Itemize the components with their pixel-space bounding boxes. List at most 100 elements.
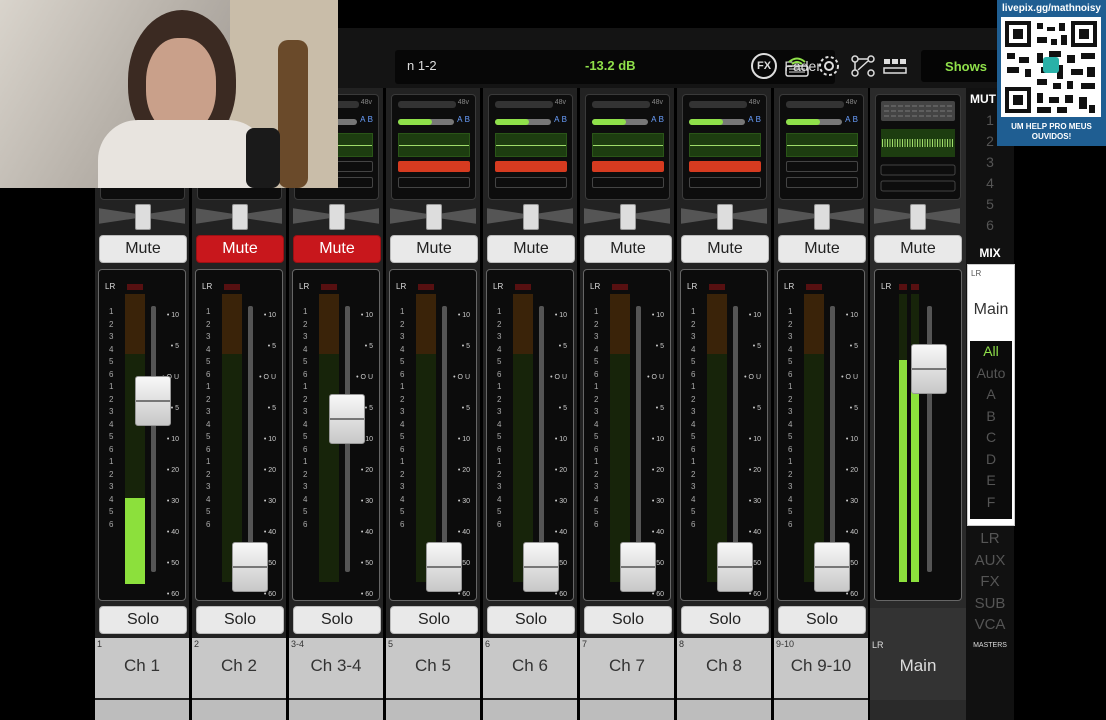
channel-name-area[interactable]: 7 Ch 7 xyxy=(580,638,674,698)
mix-filter-item[interactable]: Auto xyxy=(970,365,1012,381)
pan-knob[interactable] xyxy=(523,204,539,230)
ab-indicator: A B xyxy=(360,115,373,124)
master-processing[interactable] xyxy=(875,94,961,200)
solo-button[interactable]: Solo xyxy=(584,606,672,634)
fader-cap[interactable] xyxy=(232,542,268,592)
pan-knob[interactable] xyxy=(717,204,733,230)
mix-filter-item[interactable]: D xyxy=(970,451,1012,467)
donation-caption: UM HELP PRO MEUS OUVIDOS! xyxy=(1011,122,1092,141)
solo-button[interactable]: Solo xyxy=(681,606,769,634)
masters-item[interactable]: VCA xyxy=(966,616,1014,633)
channel-strip: 48v A B Mute LR 123456123456123456 • 10•… xyxy=(386,88,480,720)
channel-name-area[interactable]: 6 Ch 6 xyxy=(483,638,577,698)
master-balance-knob[interactable] xyxy=(910,204,926,230)
fader-cap[interactable] xyxy=(329,394,365,444)
mute-button[interactable]: Mute xyxy=(390,235,478,263)
channel-processing[interactable]: 48v A B xyxy=(682,94,767,200)
masters-item[interactable]: LR xyxy=(966,530,1014,547)
channel-processing[interactable]: 48v A B xyxy=(779,94,864,200)
strip-bottom xyxy=(192,700,286,720)
channel-name-area[interactable]: 2 Ch 2 xyxy=(192,638,286,698)
fader-cap[interactable] xyxy=(426,542,462,592)
mute-button[interactable]: Mute xyxy=(196,235,284,263)
channel-name: Ch 9-10 xyxy=(790,656,852,675)
mix-main-label[interactable]: Main xyxy=(968,301,1014,319)
master-name-area[interactable]: LR Main xyxy=(870,608,966,700)
masters-item[interactable]: FX xyxy=(966,573,1014,590)
fader-track[interactable] xyxy=(539,306,544,572)
pan-knob[interactable] xyxy=(620,204,636,230)
mix-filter-item[interactable]: B xyxy=(970,408,1012,424)
mix-filter-item[interactable]: All xyxy=(970,343,1012,359)
channel-processing[interactable]: 48v A B xyxy=(391,94,476,200)
mute-group-item[interactable]: 3 xyxy=(966,154,1014,170)
channel-name-area[interactable]: 3-4 Ch 3-4 xyxy=(289,638,383,698)
meter-peak xyxy=(709,284,725,290)
fader-cap[interactable] xyxy=(620,542,656,592)
master-fader-cap[interactable] xyxy=(911,344,947,394)
masters-item[interactable]: SUB xyxy=(966,595,1014,612)
mute-button[interactable]: Mute xyxy=(681,235,769,263)
solo-button[interactable]: Solo xyxy=(390,606,478,634)
solo-button[interactable]: Solo xyxy=(196,606,284,634)
mix-filter-item[interactable]: E xyxy=(970,472,1012,488)
fader-track[interactable] xyxy=(248,306,253,572)
solo-button[interactable]: Solo xyxy=(487,606,575,634)
fader-track[interactable] xyxy=(151,306,156,572)
fader-cap[interactable] xyxy=(523,542,559,592)
fader-cap[interactable] xyxy=(717,542,753,592)
pan-knob[interactable] xyxy=(232,204,248,230)
fader-track[interactable] xyxy=(733,306,738,572)
fader-area: LR 123456123456123456 • 10• 5• O U• 5• 1… xyxy=(292,269,380,629)
fader-track[interactable] xyxy=(442,306,447,572)
gate-indicator xyxy=(398,177,470,188)
solo-button[interactable]: Solo xyxy=(778,606,866,634)
compressor-indicator xyxy=(786,161,858,172)
input-gain-fill xyxy=(495,119,529,125)
fader-cap[interactable] xyxy=(135,376,171,426)
meter-hot-zone xyxy=(610,294,630,354)
meter-hot-zone xyxy=(804,294,824,354)
mute-group-item[interactable]: 4 xyxy=(966,175,1014,191)
solo-button[interactable]: Solo xyxy=(293,606,381,634)
mute-button[interactable]: Mute xyxy=(487,235,575,263)
input-gain-fill xyxy=(398,119,432,125)
routing-icon[interactable] xyxy=(849,52,877,80)
fx-icon[interactable]: FX xyxy=(751,53,777,79)
pan-knob[interactable] xyxy=(135,204,151,230)
fader-cap[interactable] xyxy=(814,542,850,592)
mix-filter-item[interactable]: C xyxy=(970,429,1012,445)
mute-button[interactable]: Mute xyxy=(584,235,672,263)
master-mute-button[interactable]: Mute xyxy=(874,235,962,263)
mute-button[interactable]: Mute xyxy=(778,235,866,263)
channel-processing[interactable]: 48v A B xyxy=(488,94,573,200)
grid-view-icon[interactable] xyxy=(881,52,909,80)
strip-bottom xyxy=(95,700,189,720)
masters-item[interactable]: AUX xyxy=(966,552,1014,569)
meter-hot-zone xyxy=(222,294,242,354)
channel-processing[interactable]: 48v A B xyxy=(585,94,670,200)
mute-button[interactable]: Mute xyxy=(99,235,187,263)
pan-knob[interactable] xyxy=(814,204,830,230)
wifi-keyboard-icon[interactable] xyxy=(783,52,811,80)
gear-icon[interactable] xyxy=(815,52,843,80)
mix-filter-item[interactable]: F xyxy=(970,494,1012,510)
pan-knob[interactable] xyxy=(426,204,442,230)
phantom-power-label: 48v xyxy=(457,99,469,106)
channel-name-area[interactable]: 9-10 Ch 9-10 xyxy=(774,638,868,698)
pan-knob[interactable] xyxy=(329,204,345,230)
mix-filter-item[interactable]: A xyxy=(970,386,1012,402)
mute-group-item[interactable]: 5 xyxy=(966,196,1014,212)
channel-number: 2 xyxy=(194,639,200,649)
meter-ticks: 123456123456123456 xyxy=(206,307,211,529)
channel-name-area[interactable]: 5 Ch 5 xyxy=(386,638,480,698)
fader-track[interactable] xyxy=(830,306,835,572)
solo-button[interactable]: Solo xyxy=(99,606,187,634)
channel-name-area[interactable]: 8 Ch 8 xyxy=(677,638,771,698)
mute-group-item[interactable]: 6 xyxy=(966,217,1014,233)
webcam-guitar xyxy=(278,40,308,188)
mute-button[interactable]: Mute xyxy=(293,235,381,263)
channel-name-area[interactable]: 1 Ch 1 xyxy=(95,638,189,698)
meter-lr-label: LR xyxy=(299,282,310,291)
fader-track[interactable] xyxy=(636,306,641,572)
